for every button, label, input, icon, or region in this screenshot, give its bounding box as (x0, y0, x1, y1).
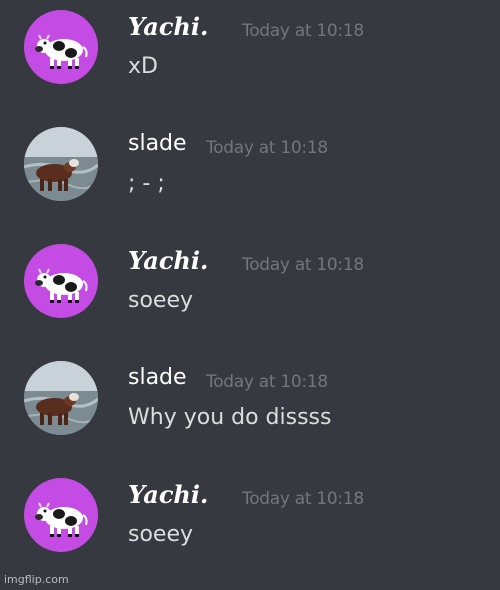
message-content: soeey (128, 522, 194, 547)
user-avatar[interactable] (24, 478, 98, 552)
username[interactable]: Yachi. (128, 246, 208, 275)
message: slade Today at 10:18 Why you do dissss (0, 361, 500, 451)
username[interactable]: slade (128, 131, 187, 156)
cow-icon (24, 10, 98, 84)
message: slade Today at 10:18 ; - ; (0, 127, 500, 217)
message-content: soeey (128, 288, 194, 313)
cow-photo-icon (24, 361, 98, 435)
message: Yachi. Today at 10:18 soeey (0, 478, 500, 568)
user-avatar[interactable] (24, 361, 98, 435)
user-avatar[interactable] (24, 127, 98, 201)
timestamp: Today at 10:18 (242, 489, 364, 509)
user-avatar[interactable] (24, 244, 98, 318)
timestamp: Today at 10:18 (206, 372, 328, 392)
message-content: ; - ; (128, 171, 165, 196)
user-avatar[interactable] (24, 10, 98, 84)
message-content: xD (128, 54, 158, 79)
timestamp: Today at 10:18 (206, 138, 328, 158)
timestamp: Today at 10:18 (242, 21, 364, 41)
message: Yachi. Today at 10:18 xD (0, 10, 500, 100)
username[interactable]: slade (128, 365, 187, 390)
username[interactable]: Yachi. (128, 12, 208, 41)
message: Yachi. Today at 10:18 soeey (0, 244, 500, 334)
cow-photo-icon (24, 127, 98, 201)
message-content: Why you do dissss (128, 405, 332, 430)
cow-icon (24, 244, 98, 318)
timestamp: Today at 10:18 (242, 255, 364, 275)
watermark: imgflip.com (4, 573, 69, 586)
username[interactable]: Yachi. (128, 480, 208, 509)
cow-icon (24, 478, 98, 552)
